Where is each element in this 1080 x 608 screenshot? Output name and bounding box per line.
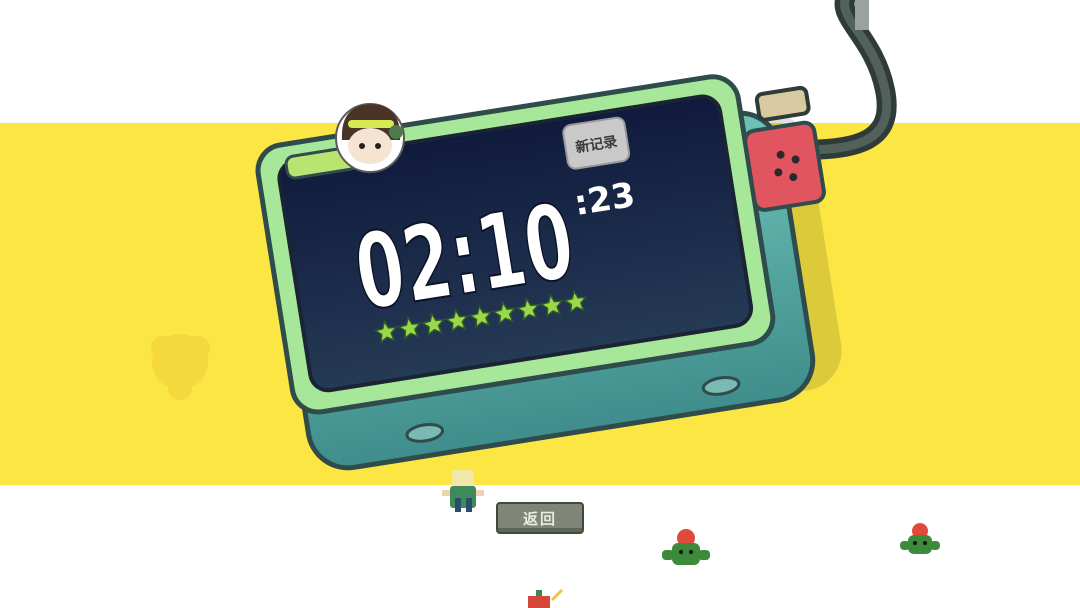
item-pickup-icon — [528, 588, 564, 608]
player-character-sprite — [442, 470, 484, 512]
cactus-enemy-icon — [900, 523, 940, 554]
faded-creature-icon — [151, 334, 210, 400]
character-avatar-icon — [335, 103, 405, 173]
back-button[interactable]: 返回 — [496, 502, 584, 534]
cactus-enemy-icon — [662, 529, 710, 565]
